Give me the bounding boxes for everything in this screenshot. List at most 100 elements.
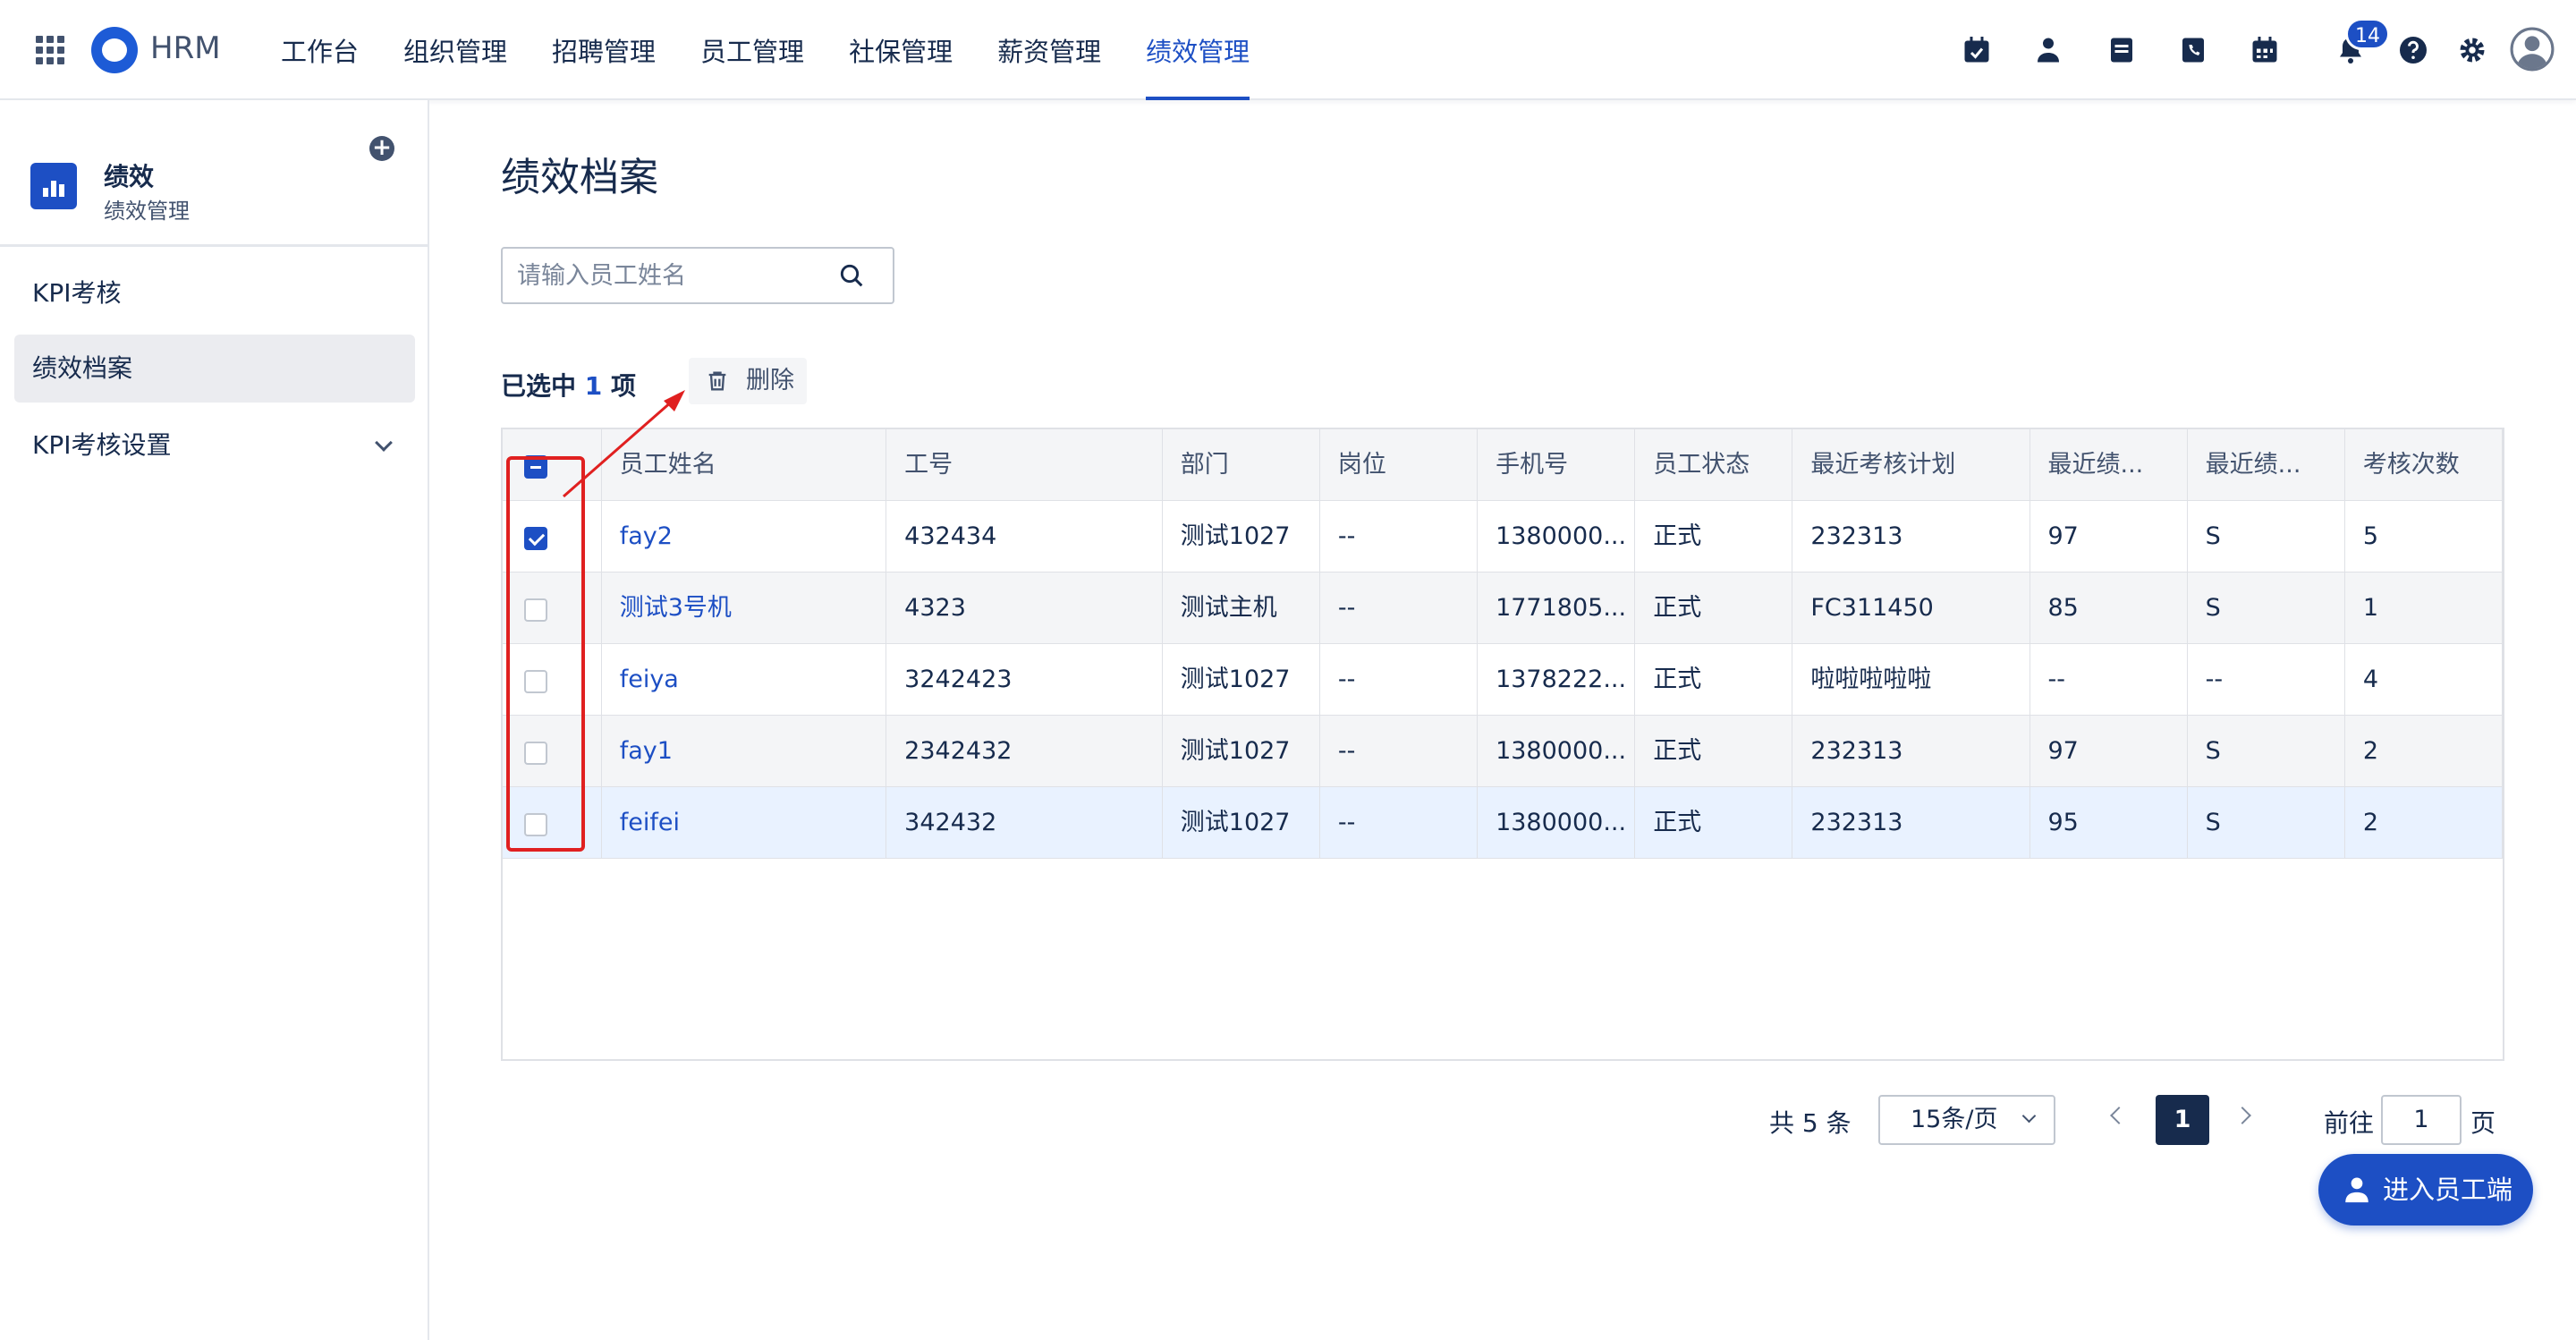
sidebar-item-kpi[interactable]: KPI考核 bbox=[14, 259, 415, 327]
document-icon[interactable] bbox=[2106, 34, 2138, 66]
table-cell: 5 bbox=[2345, 501, 2503, 572]
table-cell: 232313 bbox=[1792, 501, 2030, 572]
performance-table: 员工姓名 工号 部门 岗位 手机号 员工状态 最近考核计划 最近绩... 最近绩... 考核次数 f… bbox=[501, 428, 2504, 1061]
person-icon[interactable] bbox=[2032, 34, 2064, 66]
sidebar-item-label: KPI考核 bbox=[32, 278, 122, 308]
nav-item-workbench[interactable]: 工作台 bbox=[281, 0, 359, 100]
table-cell: -- bbox=[1320, 787, 1479, 859]
table-cell: -- bbox=[2188, 644, 2345, 716]
table-cell: 啦啦啦啦啦 bbox=[1792, 644, 2030, 716]
table-cell: 97 bbox=[2030, 716, 2188, 787]
calendar-check-icon[interactable] bbox=[1961, 34, 1993, 66]
table-cell: 432434 bbox=[886, 501, 1163, 572]
goto-page-input[interactable]: 1 bbox=[2381, 1095, 2462, 1145]
table-cell: -- bbox=[1320, 716, 1479, 787]
top-navigation-bar: HRM 工作台 组织管理 招聘管理 员工管理 社保管理 薪资管理 绩效管理 14 bbox=[0, 0, 2576, 100]
chevron-down-icon bbox=[375, 434, 393, 452]
calendar-icon[interactable] bbox=[2249, 34, 2281, 66]
page-title: 绩效档案 bbox=[501, 155, 658, 200]
annotation-arrow bbox=[563, 390, 685, 498]
nav-item-social-security[interactable]: 社保管理 bbox=[849, 0, 953, 100]
table-row[interactable]: 测试3号机 4323 测试主机 -- 1771805... 正式 FC311450 85 S 1 bbox=[503, 572, 2503, 644]
sidebar-item-kpi-settings[interactable]: KPI考核设置 bbox=[14, 411, 415, 479]
table-row[interactable]: feifei 342432 测试1027 -- 1380000... 正式 232313 95… bbox=[503, 787, 2503, 859]
column-header[interactable]: 手机号 bbox=[1478, 429, 1636, 501]
sidebar-subtitle: 绩效管理 bbox=[104, 199, 190, 224]
bar-chart-icon bbox=[30, 163, 77, 209]
column-header[interactable]: 员工状态 bbox=[1635, 429, 1793, 501]
help-icon[interactable] bbox=[2397, 34, 2429, 66]
table-cell: 测试3号机 bbox=[602, 572, 887, 644]
sidebar-item-performance-archive[interactable]: 绩效档案 bbox=[14, 335, 415, 403]
total-count: 共 5 条 bbox=[1769, 1108, 1852, 1138]
sidebar-title: 绩效 bbox=[104, 162, 155, 191]
table-cell: S bbox=[2188, 501, 2345, 572]
column-header[interactable]: 部门 bbox=[1163, 429, 1320, 501]
search-icon[interactable] bbox=[837, 261, 866, 290]
table-cell: 正式 bbox=[1635, 787, 1793, 859]
table-row[interactable]: feiya 3242423 测试1027 -- 1378222... 正式 啦啦啦啦啦 -- -… bbox=[503, 644, 2503, 716]
table-cell: 1380000... bbox=[1478, 716, 1636, 787]
table-row[interactable]: fay2 432434 测试1027 -- 1380000... 正式 232313 97 S 5 bbox=[503, 501, 2503, 572]
trash-icon bbox=[708, 371, 726, 391]
table-cell: S bbox=[2188, 716, 2345, 787]
employee-name-link[interactable]: fay1 bbox=[620, 737, 673, 765]
sidebar-item-label: 绩效档案 bbox=[32, 353, 133, 383]
table-cell: 2 bbox=[2345, 716, 2503, 787]
table-cell: 2 bbox=[2345, 787, 2503, 859]
phone-book-icon[interactable] bbox=[2177, 34, 2209, 66]
employee-name-link[interactable]: fay2 bbox=[620, 522, 673, 550]
table-cell: -- bbox=[1320, 501, 1479, 572]
table-cell: 2342432 bbox=[886, 716, 1163, 787]
fab-label: 进入员工端 bbox=[2383, 1175, 2513, 1205]
search-input[interactable] bbox=[503, 249, 825, 302]
column-header[interactable]: 考核次数 bbox=[2345, 429, 2503, 501]
prev-page-icon[interactable] bbox=[2110, 1107, 2128, 1124]
employee-name-link[interactable]: 测试3号机 bbox=[620, 594, 732, 622]
gear-icon[interactable] bbox=[2456, 34, 2488, 66]
nav-item-employee[interactable]: 员工管理 bbox=[700, 0, 804, 100]
table-cell: S bbox=[2188, 572, 2345, 644]
employee-name-link[interactable]: feiya bbox=[620, 666, 679, 693]
table-cell: 1771805... bbox=[1478, 572, 1636, 644]
column-header[interactable]: 最近绩... bbox=[2030, 429, 2188, 501]
table-cell: 正式 bbox=[1635, 572, 1793, 644]
avatar-icon[interactable] bbox=[2510, 27, 2555, 72]
page-button-current[interactable]: 1 bbox=[2156, 1095, 2209, 1145]
table-cell: 4323 bbox=[886, 572, 1163, 644]
column-header[interactable]: 最近考核计划 bbox=[1792, 429, 2030, 501]
page-size-value: 15条/页 bbox=[1911, 1106, 1998, 1133]
column-header[interactable]: 岗位 bbox=[1320, 429, 1479, 501]
sidebar-item-label: KPI考核设置 bbox=[32, 430, 172, 460]
enter-employee-portal-button[interactable]: 进入员工端 bbox=[2318, 1154, 2533, 1226]
table-cell: 1380000... bbox=[1478, 501, 1636, 572]
table-cell: 3242423 bbox=[886, 644, 1163, 716]
table-cell: 232313 bbox=[1792, 716, 2030, 787]
chevron-down-icon bbox=[2021, 1108, 2037, 1124]
table-cell: 97 bbox=[2030, 501, 2188, 572]
table-cell: 95 bbox=[2030, 787, 2188, 859]
next-page-icon[interactable] bbox=[2233, 1107, 2251, 1124]
table-cell: 正式 bbox=[1635, 501, 1793, 572]
table-cell: 正式 bbox=[1635, 644, 1793, 716]
nav-item-recruitment[interactable]: 招聘管理 bbox=[552, 0, 656, 100]
app-switcher-icon[interactable] bbox=[36, 36, 64, 64]
goto-prefix: 前往 bbox=[2324, 1108, 2375, 1138]
add-circle-icon[interactable]: + bbox=[369, 136, 394, 161]
nav-item-payroll[interactable]: 薪资管理 bbox=[997, 0, 1101, 100]
table-cell: 85 bbox=[2030, 572, 2188, 644]
table-cell: FC311450 bbox=[1792, 572, 2030, 644]
table-row[interactable]: fay1 2342432 测试1027 -- 1380000... 正式 232313 97 S… bbox=[503, 716, 2503, 787]
table-cell: 232313 bbox=[1792, 787, 2030, 859]
column-header[interactable]: 工号 bbox=[886, 429, 1163, 501]
nav-item-performance[interactable]: 绩效管理 bbox=[1146, 0, 1250, 100]
table-cell: fay2 bbox=[602, 501, 887, 572]
column-header[interactable]: 最近绩... bbox=[2188, 429, 2345, 501]
annotation-highlight-box bbox=[506, 456, 585, 852]
nav-item-organization[interactable]: 组织管理 bbox=[403, 0, 507, 100]
table-cell: feifei bbox=[602, 787, 887, 859]
employee-name-link[interactable]: feifei bbox=[620, 809, 680, 836]
sidebar: 绩效 绩效管理 + KPI考核 绩效档案 KPI考核设置 bbox=[0, 100, 429, 1340]
hrm-logo-icon bbox=[91, 27, 138, 73]
page-size-select[interactable]: 15条/页 bbox=[1878, 1095, 2055, 1145]
